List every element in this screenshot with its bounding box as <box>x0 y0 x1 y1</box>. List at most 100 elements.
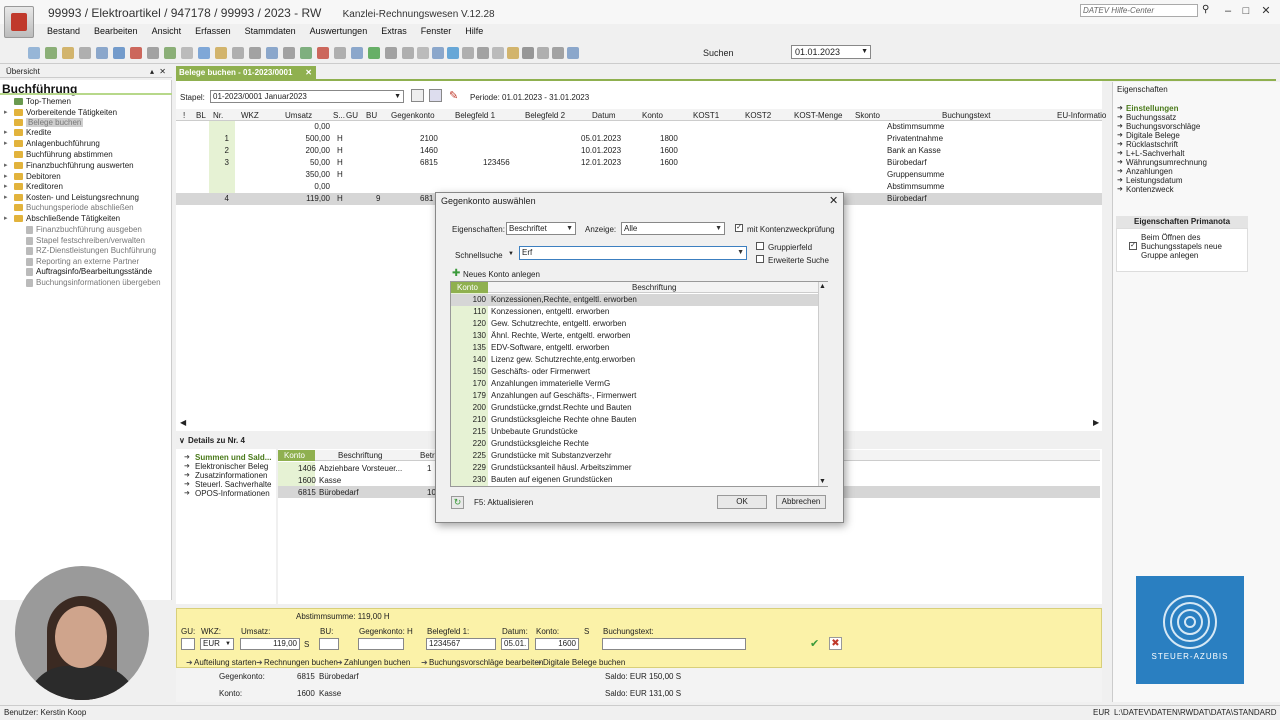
gu-input[interactable] <box>181 638 195 650</box>
table-row[interactable]: 2 200,00 H 1460 10.01.2023 1600 Bank an Kasse <box>176 145 1102 157</box>
table-row[interactable]: 1 500,00 H 2100 05.01.2023 1800 Privatentnahme <box>176 133 1102 145</box>
kontenzweck-checkbox[interactable]: ✓ <box>735 224 743 232</box>
details-nav-item[interactable]: Summen und Sald... <box>195 453 271 462</box>
stapel-settings-icon[interactable] <box>429 89 442 102</box>
chevron-down-icon[interactable]: ▼ <box>225 639 231 649</box>
grid-col-header[interactable]: GU <box>346 111 358 120</box>
details-col-konto[interactable]: Konto <box>278 450 315 461</box>
help-center-search[interactable]: DATEV Hilfe-Center <box>1080 4 1198 17</box>
sidebar-item[interactable]: Finanzbuchführung ausgeben <box>36 225 142 234</box>
sidebar-item[interactable]: Abschließende Tätigkeiten <box>26 214 120 223</box>
chevron-down-icon[interactable]: ▼ <box>715 223 722 234</box>
toolbar-button-icon[interactable] <box>249 47 261 59</box>
toolbar-button-icon[interactable] <box>334 47 346 59</box>
chevron-down-icon[interactable]: ▼ <box>394 91 401 102</box>
details-nav-item[interactable]: OPOS-Informationen <box>195 489 270 498</box>
primanota-header[interactable]: Eigenschaften Primanota <box>1116 216 1248 228</box>
sidebar-item[interactable]: Vorbereitende Tätigkeiten <box>26 108 117 117</box>
expand-arrow-icon[interactable]: ▸ <box>4 161 8 169</box>
stapel-button-icon[interactable] <box>411 89 424 102</box>
menu-item[interactable]: Erfassen <box>188 26 238 40</box>
list-item[interactable]: 210 Grundstücksgleiche Rechte ohne Bauten <box>451 414 819 426</box>
grid-col-header[interactable]: Konto <box>642 111 663 120</box>
close-panel-icon[interactable]: ✕ <box>159 66 166 77</box>
sidebar-item[interactable]: Debitoren <box>26 172 61 181</box>
konto-input[interactable]: 1600 <box>535 638 579 650</box>
datum-input[interactable]: 05.01. <box>501 638 529 650</box>
grid-col-header[interactable]: BL <box>196 111 206 120</box>
grid-col-header[interactable]: S... <box>333 111 345 120</box>
scroll-down-icon[interactable]: ▼ <box>819 478 826 485</box>
toolbar-button-icon[interactable] <box>198 47 210 59</box>
property-item[interactable]: Rücklastschrift <box>1126 140 1178 149</box>
toolbar-search-label[interactable]: Suchen <box>703 48 734 58</box>
sidebar-item[interactable]: Belege buchen <box>26 118 84 127</box>
edit-pen-icon[interactable]: ✎ <box>449 89 462 102</box>
details-nav-item[interactable]: Zusatzinformationen <box>195 471 267 480</box>
grid-col-header[interactable]: Belegfeld 2 <box>525 111 565 120</box>
property-item[interactable]: Währungsumrechnung <box>1126 158 1207 167</box>
grid-col-header[interactable]: WKZ <box>241 111 259 120</box>
confirm-check-icon[interactable]: ✔ <box>810 637 819 650</box>
list-item[interactable]: 110 Konzessionen, entgeltl. erworben <box>451 306 819 318</box>
property-item[interactable]: Buchungssatz <box>1126 113 1176 122</box>
toolbar-button-icon[interactable] <box>79 47 91 59</box>
toolbar-button-icon[interactable] <box>477 47 489 59</box>
sidebar-item[interactable]: Finanzbuchführung auswerten <box>26 161 134 170</box>
toolbar-button-icon[interactable] <box>266 47 278 59</box>
grid-col-header[interactable]: KOST1 <box>693 111 719 120</box>
collapse-icon[interactable]: ∨ <box>179 434 185 447</box>
details-nav-item[interactable]: Steuerl. Sachverhalte <box>195 480 272 489</box>
toolbar-button-icon[interactable] <box>402 47 414 59</box>
property-item[interactable]: Buchungsvorschläge <box>1126 122 1200 131</box>
sidebar-item[interactable]: Buchführung abstimmen <box>26 150 113 159</box>
property-item[interactable]: L+L-Sachverhalt <box>1126 149 1184 158</box>
menu-item[interactable]: Ansicht <box>145 26 189 40</box>
eigenschaften-select[interactable]: Beschriftet ▼ <box>506 222 576 235</box>
details-nav-item[interactable]: Elektronischer Beleg <box>195 462 268 471</box>
toolbar-button-icon[interactable] <box>232 47 244 59</box>
list-item[interactable]: 230 Bauten auf eigenen Grundstücken <box>451 474 819 486</box>
toolbar-button-icon[interactable] <box>385 47 397 59</box>
pin-icon[interactable]: ▴ <box>150 66 154 77</box>
grid-col-header[interactable]: Gegenkonto <box>391 111 435 120</box>
sidebar-item[interactable]: Buchungsinformationen übergeben <box>36 278 161 287</box>
toolbar-button-icon[interactable] <box>300 47 312 59</box>
grid-col-header[interactable]: Datum <box>592 111 616 120</box>
list-item[interactable]: 150 Geschäfts- oder Firmenwert <box>451 366 819 378</box>
sidebar-item[interactable]: Kreditoren <box>26 182 63 191</box>
entry-link[interactable]: Rechnungen buchen <box>264 658 338 667</box>
list-item[interactable]: 130 Ähnl. Rechte, Werte, entgeltl. erworb… <box>451 330 819 342</box>
maximize-icon[interactable]: □ <box>1238 4 1254 18</box>
filter-arrow-icon[interactable]: ▼ <box>508 251 514 257</box>
account-col-konto[interactable]: Konto <box>451 282 488 293</box>
list-item[interactable]: 225 Grundstücke mit Substanzverzehr <box>451 450 819 462</box>
toolbar-button-icon[interactable] <box>96 47 108 59</box>
chevron-down-icon[interactable]: ▼ <box>861 46 868 58</box>
table-row[interactable]: 3 50,00 H 6815 123456 12.01.2023 1600 Bürobedar… <box>176 157 1102 169</box>
chevron-down-icon[interactable]: ▼ <box>566 223 573 234</box>
toolbar-button-icon[interactable] <box>537 47 549 59</box>
entry-link[interactable]: Digitale Belege buchen <box>543 658 625 667</box>
details-col-beschriftung[interactable]: Beschriftung <box>338 451 382 460</box>
toolbar-button-icon[interactable] <box>507 47 519 59</box>
expand-arrow-icon[interactable]: ▸ <box>4 139 8 147</box>
grid-col-header[interactable]: KOST2 <box>745 111 771 120</box>
entry-link[interactable]: Buchungsvorschläge bearbeiten <box>429 658 543 667</box>
scroll-up-icon[interactable]: ▲ <box>819 283 826 290</box>
minimize-icon[interactable]: – <box>1220 4 1236 18</box>
close-icon[interactable]: ✕ <box>1258 4 1274 18</box>
entry-link[interactable]: Aufteilung starten <box>194 658 256 667</box>
sidebar-item[interactable]: Kosten- und Leistungsrechnung <box>26 193 139 202</box>
sidebar-item[interactable]: Anlagenbuchführung <box>26 139 100 148</box>
grid-col-header[interactable]: Umsatz <box>285 111 312 120</box>
menu-item[interactable]: Bearbeiten <box>87 26 145 40</box>
sidebar-item[interactable]: RZ-Dienstleistungen Buchführung <box>36 246 156 255</box>
expand-arrow-icon[interactable]: ▸ <box>4 214 8 222</box>
list-item[interactable]: 170 Anzahlungen immaterielle VermG <box>451 378 819 390</box>
sidebar-item[interactable]: Auftragsinfo/Bearbeitungsstände <box>36 267 152 276</box>
list-item[interactable]: 229 Grundstücksanteil häusl. Arbeitszimme… <box>451 462 819 474</box>
refresh-icon[interactable]: ↻ <box>451 496 464 509</box>
toolbar-button-icon[interactable] <box>283 47 295 59</box>
list-item[interactable]: 200 Grundstücke,grndst.Rechte und Bauten <box>451 402 819 414</box>
